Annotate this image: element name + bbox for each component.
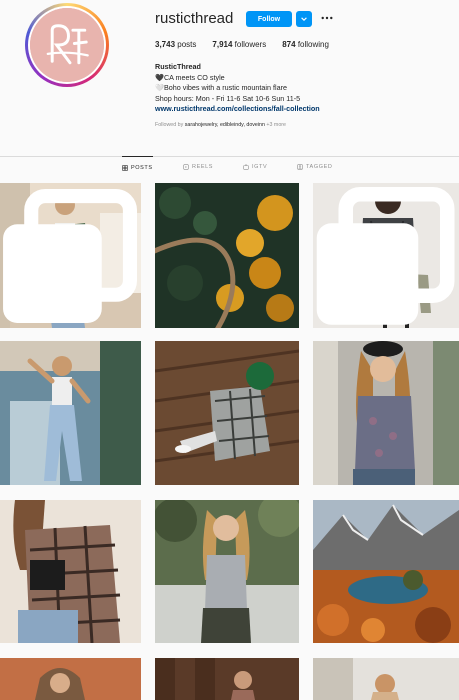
post-tile[interactable] <box>0 500 141 643</box>
post-image <box>313 500 459 643</box>
post-tile[interactable] <box>313 183 459 328</box>
grid-icon <box>122 164 128 171</box>
post-image <box>155 500 299 643</box>
tab-posts[interactable]: POSTS <box>122 156 153 178</box>
post-image <box>0 658 141 700</box>
tab-igtv[interactable]: IGTV <box>243 156 267 178</box>
profile-bio: RusticThread 🖤CA meets CO style 🤍Boho vi… <box>155 62 320 130</box>
post-tile[interactable] <box>0 341 141 485</box>
profile-tabs: POSTS REELS IGTV TAGGED <box>0 156 459 178</box>
post-image <box>155 658 299 700</box>
tab-reels[interactable]: REELS <box>183 156 213 178</box>
ellipsis-icon <box>321 16 333 20</box>
logo-monogram-icon <box>30 8 104 82</box>
profile-header: rusticthread Follow 3,743 posts 7,914 fo… <box>0 0 459 155</box>
tab-tagged[interactable]: TAGGED <box>297 156 332 178</box>
story-ring[interactable] <box>25 3 109 87</box>
multiple-photos-icon <box>3 189 137 323</box>
post-image <box>313 658 459 700</box>
post-image <box>0 341 141 485</box>
bio-link[interactable]: www.rusticthread.com/collections/fall-co… <box>155 104 320 115</box>
igtv-icon <box>243 164 249 170</box>
post-image <box>0 500 141 643</box>
bio-line: Shop hours: Mon - Fri 11-6 Sat 10-6 Sun … <box>155 93 301 103</box>
more-options-button[interactable] <box>320 12 334 24</box>
post-tile[interactable] <box>155 341 299 485</box>
followers-stat[interactable]: 7,914 followers <box>212 40 266 49</box>
post-tile[interactable] <box>313 500 459 643</box>
follow-button[interactable]: Follow <box>246 11 292 27</box>
followed-by[interactable]: Followed by sarahojewelry, edibleindy, d… <box>155 120 320 131</box>
post-tile[interactable] <box>0 658 141 700</box>
avatar[interactable] <box>30 8 104 82</box>
post-tile[interactable] <box>313 341 459 485</box>
post-image <box>155 183 299 328</box>
bio-line: 🖤CA meets CO style <box>155 72 225 82</box>
post-tile[interactable] <box>155 658 299 700</box>
reels-icon <box>183 164 189 170</box>
bio-line: 🤍Boho vibes with a rustic mountain flare <box>155 83 287 92</box>
post-tile[interactable] <box>155 183 299 328</box>
posts-stat: 3,743 posts <box>155 40 197 49</box>
chevron-down-icon <box>301 17 307 21</box>
post-image <box>313 341 459 485</box>
suggested-dropdown-button[interactable] <box>296 11 312 27</box>
post-image <box>155 341 299 485</box>
profile-stats: 3,743 posts 7,914 followers 874 followin… <box>155 40 329 49</box>
profile-username: rusticthread <box>155 10 234 27</box>
post-tile[interactable] <box>0 183 141 328</box>
multiple-photos-icon <box>316 187 455 325</box>
post-tile[interactable] <box>155 500 299 643</box>
post-tile[interactable] <box>313 658 459 700</box>
bio-name: RusticThread <box>155 62 201 71</box>
following-stat[interactable]: 874 following <box>282 40 329 49</box>
tagged-icon <box>297 164 303 170</box>
